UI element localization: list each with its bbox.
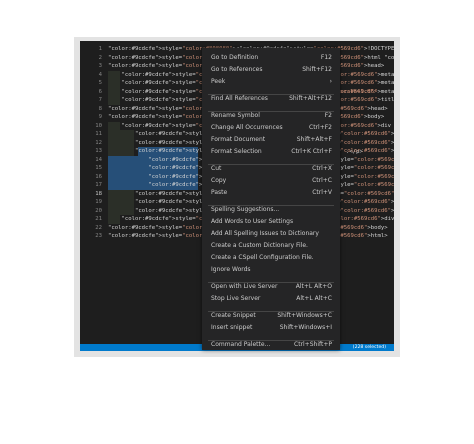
menu-item-label: Create Snippet	[211, 312, 256, 319]
menu-item-label: Paste	[211, 189, 228, 196]
menu-item-label: Peek	[211, 78, 226, 85]
menu-item-label: Go to Definition	[211, 54, 259, 61]
menu-item-label: Command Palette...	[211, 341, 271, 348]
menu-item-label: Add Words to User Settings	[211, 218, 294, 225]
menu-item-shortcut: Ctrl+X	[312, 165, 332, 172]
menu-item-shortcut: Shift+Alt+F	[296, 136, 332, 143]
menu-item-shortcut: F12	[320, 54, 332, 61]
menu-item-ignore-words[interactable]: Ignore Words	[202, 264, 340, 275]
menu-item-label: Find All References	[211, 95, 268, 102]
line-number: 4	[98, 71, 102, 78]
line-number: 14	[95, 156, 102, 163]
menu-item-go-to-definition[interactable]: Go to Definition F12	[202, 52, 340, 63]
menu-item-format-document[interactable]: Format Document Shift+Alt+F	[202, 134, 340, 145]
menu-item-shortcut: Alt+L Alt+O	[295, 283, 332, 290]
line-number: 21	[95, 216, 102, 222]
menu-item-create-a-cspell-configuration-file[interactable]: Create a CSpell Configuration File.	[202, 252, 340, 263]
menu-item-label: Format Document	[211, 136, 266, 143]
menu-item-change-all-occurrences[interactable]: Change All Occurrences Ctrl+F2	[202, 122, 340, 133]
menu-item-label: Cut	[211, 165, 222, 172]
menu-item-open-with-live-server[interactable]: Open with Live Server Alt+L Alt+O	[202, 281, 340, 292]
menu-item-shortcut: Shift+F12	[302, 66, 332, 73]
menu-item-command-palette[interactable]: Command Palette... Ctrl+Shift+P	[202, 339, 340, 350]
menu-item-peek[interactable]: Peek ›	[202, 76, 340, 87]
line-number: 16	[95, 173, 102, 180]
line-number: 5	[98, 80, 102, 86]
menu-item-insert-snippet[interactable]: Insert snippet Shift+Windows+I	[202, 322, 340, 333]
menu-item-shortcut: Ctrl+F2	[309, 124, 332, 131]
line-number: 7	[98, 97, 102, 103]
menu-item-add-words-to-user-settings[interactable]: Add Words to User Settings	[202, 216, 340, 227]
line-number-gutter: 1 2 3 4 5 6 7 8 9 10 11 12 13 14 15 16 17 18 19 20 21 22 23	[80, 45, 102, 241]
menu-item-label: Open with Live Server	[211, 283, 278, 290]
line-number: 18	[95, 190, 102, 197]
menu-item-label: Spelling Suggestions...	[211, 206, 280, 213]
line-number: 10	[95, 122, 102, 129]
menu-item-rename-symbol[interactable]: Rename Symbol F2	[202, 110, 340, 121]
line-number: 9	[98, 114, 102, 120]
line-number: 8	[98, 105, 102, 112]
menu-item-shortcut: Ctrl+V	[312, 189, 332, 196]
menu-item-label: Copy	[211, 177, 227, 184]
menu-item-spelling-suggestions[interactable]: Spelling Suggestions...	[202, 204, 340, 215]
chevron-right-icon: ›	[329, 78, 332, 85]
line-number: 3	[98, 63, 102, 69]
menu-item-shortcut: Alt+L Alt+C	[296, 295, 332, 302]
line-number: 2	[98, 54, 102, 61]
menu-item-copy[interactable]: Copy Ctrl+C	[202, 175, 340, 186]
menu-item-go-to-references[interactable]: Go to References Shift+F12	[202, 64, 340, 75]
menu-item-shortcut: F2	[324, 112, 332, 119]
status-selection-count: (228 selected)	[352, 345, 386, 350]
line-number: 12	[95, 139, 102, 146]
line-number: 11	[95, 131, 102, 137]
menu-item-label: Stop Live Server	[211, 295, 261, 302]
line-number: 19	[95, 199, 102, 205]
menu-item-shortcut: Shift+Alt+F12	[289, 95, 332, 102]
menu-item-format-selection[interactable]: Format Selection Ctrl+K Ctrl+F	[202, 146, 340, 157]
menu-item-create-a-custom-dictionary-file[interactable]: Create a Custom Dictionary File.	[202, 240, 340, 251]
menu-item-label: Rename Symbol	[211, 112, 260, 119]
menu-item-label: Insert snippet	[211, 324, 253, 331]
line-number: 23	[95, 233, 102, 239]
menu-item-label: Change All Occurrences	[211, 124, 283, 131]
menu-item-label: Add All Spelling Issues to Dictionary	[211, 230, 319, 237]
menu-item-shortcut: Shift+Windows+C	[277, 312, 332, 319]
line-number: 13	[95, 148, 102, 154]
line-number: 15	[95, 165, 102, 171]
line-number: 6	[98, 88, 102, 95]
line-number: 20	[95, 207, 102, 214]
context-menu: Go to Definition F12 Go to References Shift…	[202, 48, 340, 350]
menu-item-label: Format Selection	[211, 148, 262, 155]
menu-item-create-snippet[interactable]: Create Snippet Shift+Windows+C	[202, 310, 340, 321]
menu-item-paste[interactable]: Paste Ctrl+V	[202, 187, 340, 198]
menu-item-label: Ignore Words	[211, 266, 251, 273]
menu-item-label: Go to References	[211, 66, 263, 73]
menu-item-label: Create a CSpell Configuration File.	[211, 254, 314, 261]
menu-item-shortcut: Ctrl+Shift+P	[294, 341, 332, 348]
menu-item-label: Create a Custom Dictionary File.	[211, 242, 308, 249]
menu-item-stop-live-server[interactable]: Stop Live Server Alt+L Alt+C	[202, 293, 340, 304]
menu-item-add-all-spelling-issues-to-dictionary[interactable]: Add All Spelling Issues to Dictionary	[202, 228, 340, 239]
line-number: 1	[98, 46, 102, 52]
menu-item-shortcut: Shift+Windows+I	[279, 324, 332, 331]
line-number: 17	[95, 182, 102, 188]
menu-item-shortcut: Ctrl+K Ctrl+F	[291, 148, 332, 155]
menu-item-cut[interactable]: Cut Ctrl+X	[202, 163, 340, 174]
line-number: 22	[95, 224, 102, 231]
menu-item-shortcut: Ctrl+C	[312, 177, 332, 184]
menu-item-find-all-references[interactable]: Find All References Shift+Alt+F12	[202, 93, 340, 104]
